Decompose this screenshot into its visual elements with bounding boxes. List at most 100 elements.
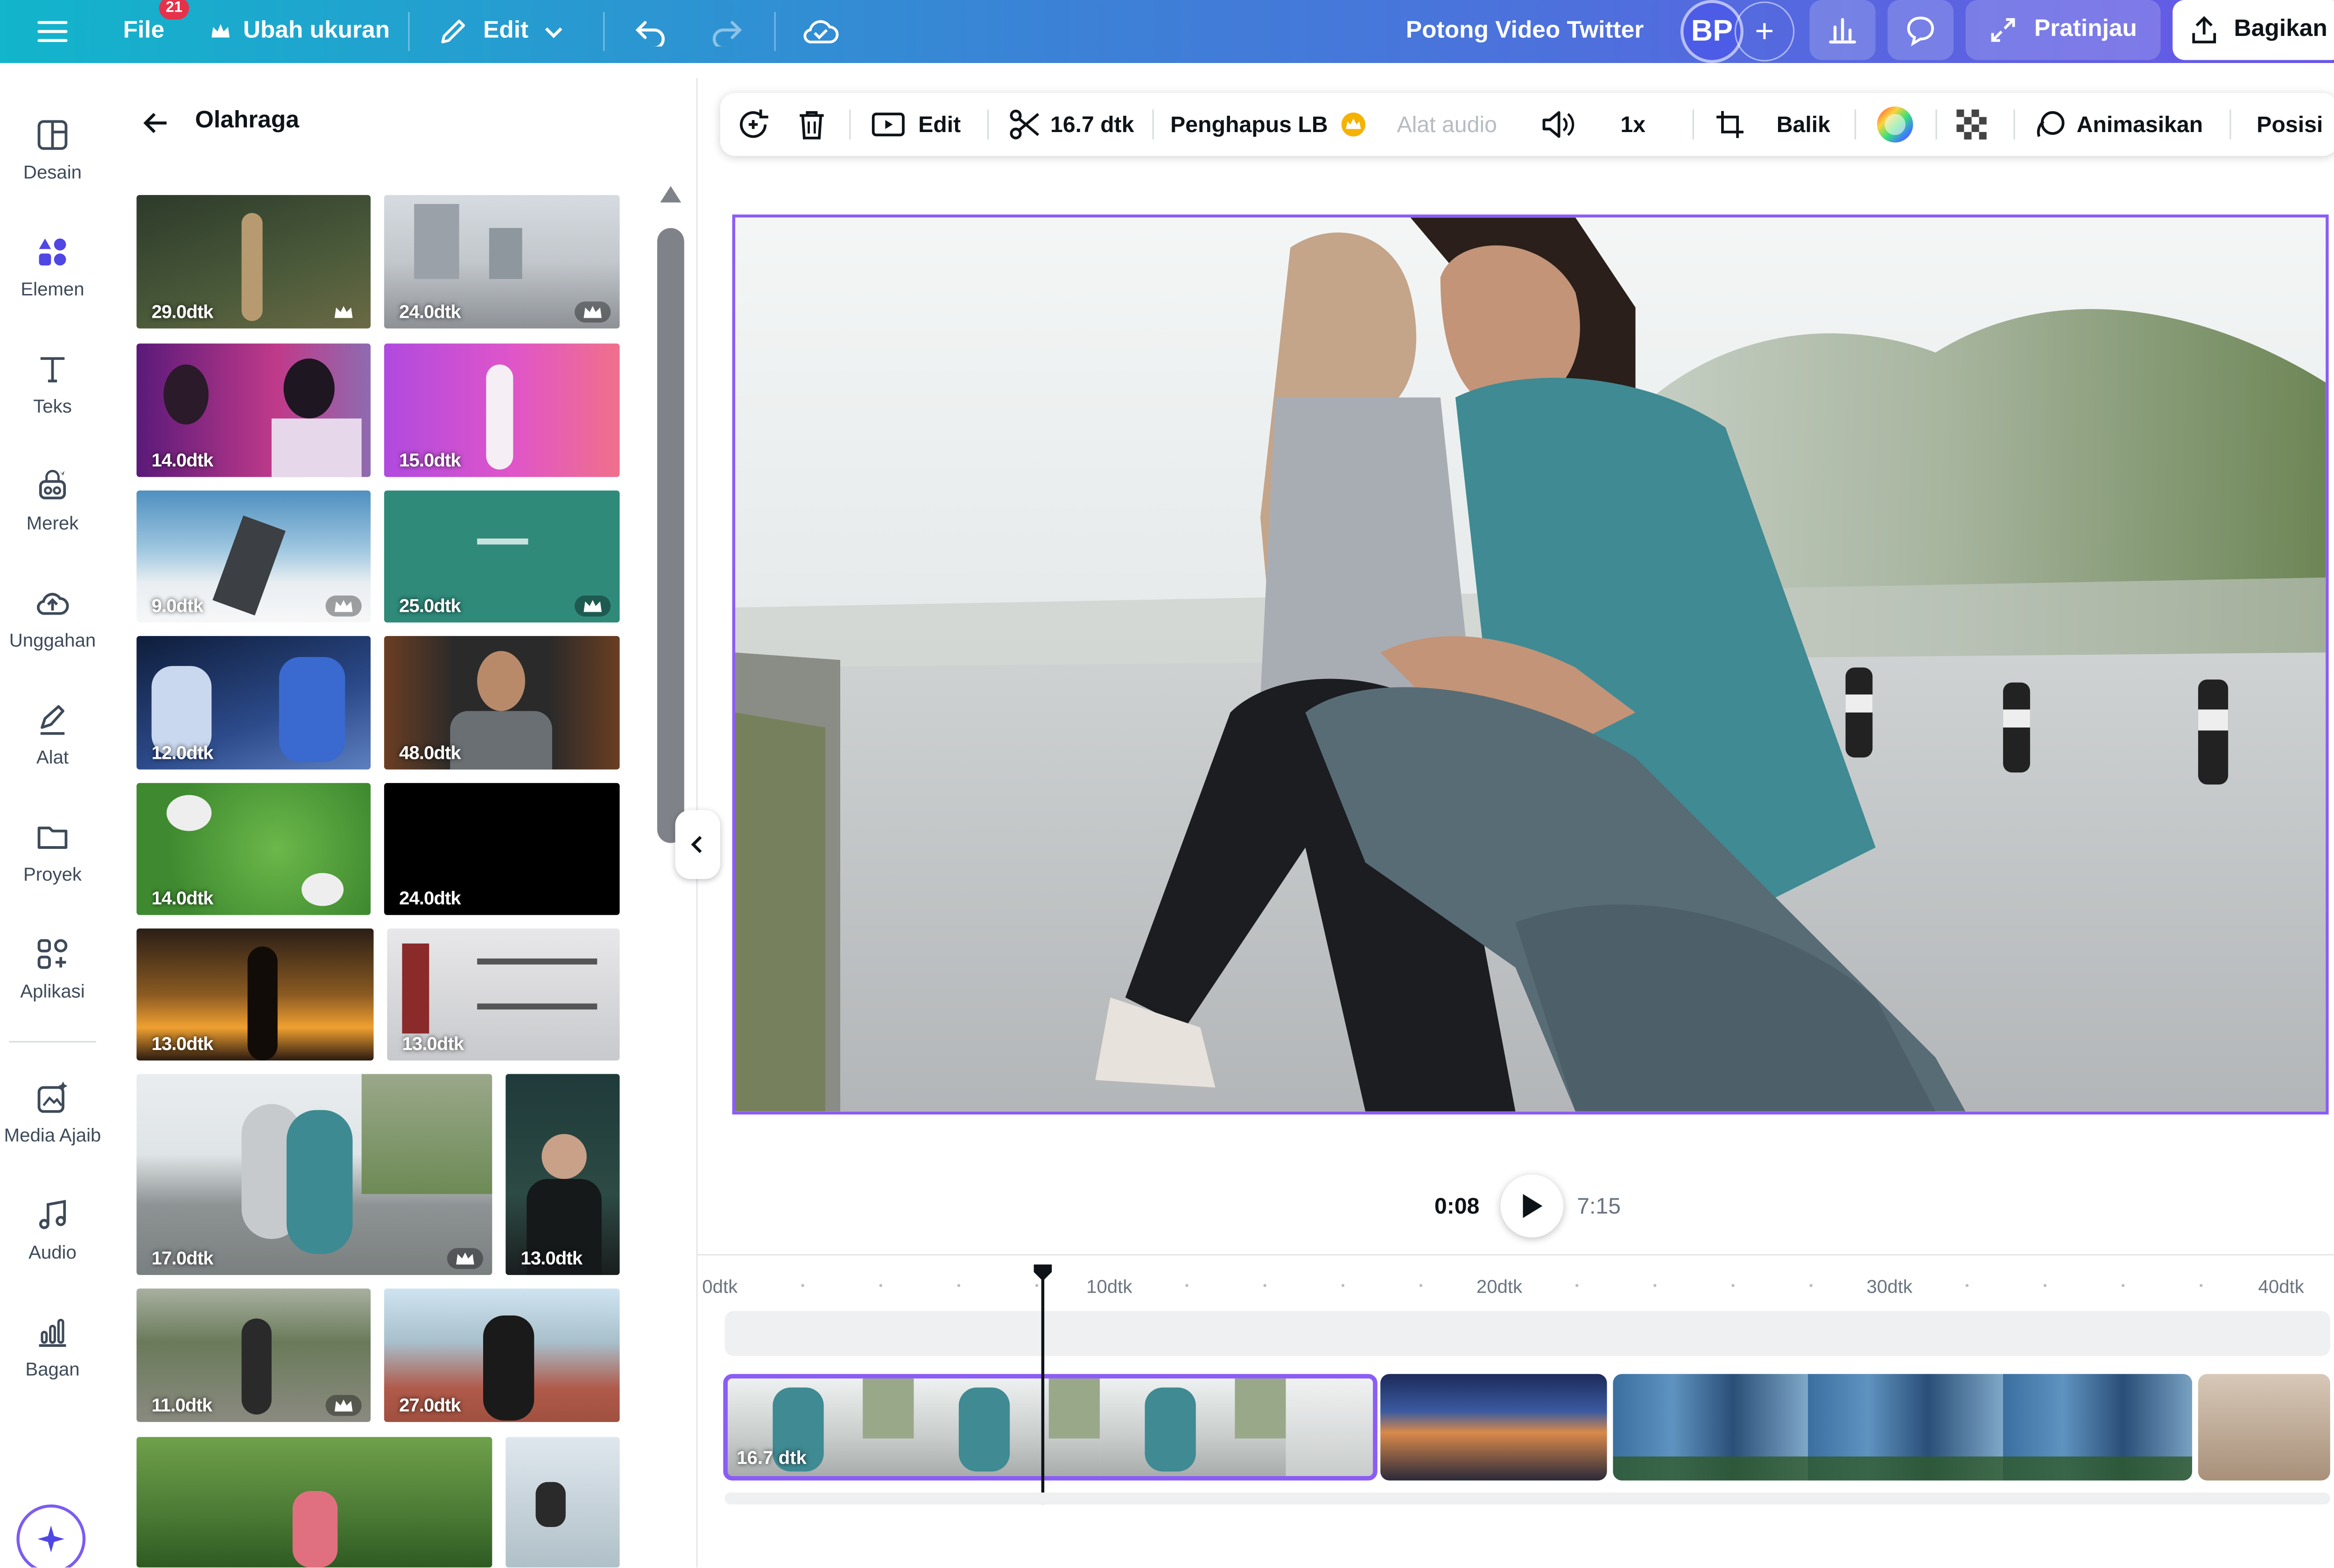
ruler-label: 30dtk — [1866, 1276, 1912, 1298]
video-thumbnail[interactable]: 29.0dtk — [136, 195, 371, 329]
magic-assistant-button[interactable] — [16, 1504, 86, 1568]
plus-icon: + — [1755, 12, 1774, 50]
video-thumbnail[interactable]: 17.0dtk — [136, 1074, 492, 1275]
selected-video-clip[interactable]: 16.7 dtk — [723, 1374, 1378, 1481]
document-title[interactable]: Potong Video Twitter — [1406, 0, 1644, 63]
divider — [774, 12, 776, 51]
share-button[interactable]: Bagikan — [2172, 0, 2334, 60]
color-adjust-icon[interactable] — [1876, 93, 1915, 156]
nav-item-charts[interactable]: Bagan — [0, 1314, 105, 1380]
divider — [1854, 109, 1856, 140]
nav-item-apps[interactable]: Aplikasi — [0, 936, 105, 1002]
video-clip[interactable] — [1380, 1374, 1607, 1481]
background-remover-button[interactable]: Penghapus LB — [1170, 93, 1367, 156]
video-thumbnail[interactable]: 12.0dtk — [136, 636, 371, 770]
expand-icon — [1989, 16, 2016, 43]
video-clip[interactable] — [2198, 1374, 2330, 1481]
video-thumbnail[interactable]: 9.0dtk — [136, 490, 371, 623]
nav-item-text[interactable]: Teks — [0, 351, 105, 417]
animate-icon — [2035, 108, 2068, 141]
top-bar: File 21 Ubah ukuran Edit Potong Video Tw… — [0, 0, 2334, 63]
video-thumbnail[interactable] — [506, 1437, 620, 1568]
video-thumbnail[interactable] — [136, 1437, 492, 1568]
thumb-figure — [958, 1387, 1010, 1472]
video-thumbnail[interactable]: 13.0dtk — [136, 928, 374, 1061]
magic-media-icon — [37, 1081, 68, 1113]
position-button[interactable]: Posisi — [2257, 93, 2323, 156]
video-frame-icon — [870, 110, 906, 140]
playback-speed-button[interactable]: 1x — [1620, 93, 1645, 156]
ruler-tick — [2200, 1284, 2203, 1287]
video-thumbnail[interactable]: 24.0dtk — [384, 783, 620, 915]
nav-label: Media Ajaib — [4, 1125, 101, 1146]
nav-item-tools[interactable]: Alat — [0, 702, 105, 768]
video-thumbnail[interactable]: 13.0dtk — [506, 1074, 620, 1275]
menu-icon[interactable] — [36, 0, 69, 63]
flip-button[interactable]: Balik — [1777, 93, 1830, 156]
cloud-saved-icon[interactable] — [801, 0, 840, 63]
add-collaborator-button[interactable]: + — [1734, 1, 1795, 62]
video-thumbnail[interactable]: 25.0dtk — [384, 490, 620, 623]
nav-item-brand[interactable]: Merek — [0, 468, 105, 534]
footer-bar — [698, 1545, 2334, 1568]
thumb-figure — [241, 213, 263, 321]
file-menu-button[interactable]: File — [123, 0, 165, 63]
timeline-scrollbar[interactable] — [724, 1492, 2330, 1505]
video-thumbnail[interactable]: 13.0dtk — [387, 928, 620, 1061]
video-thumbnail[interactable]: 48.0dtk — [384, 636, 620, 770]
video-thumbnail[interactable]: 14.0dtk — [136, 783, 371, 915]
nav-item-design[interactable]: Desain — [0, 117, 105, 183]
thumb-figure — [241, 1318, 272, 1415]
chart-icon — [39, 1318, 66, 1347]
scissors-icon — [1008, 108, 1041, 141]
playhead[interactable] — [1041, 1275, 1045, 1505]
redo-icon[interactable] — [708, 0, 744, 63]
transparency-icon[interactable] — [1954, 93, 1990, 156]
clip-frame — [1286, 1378, 1373, 1476]
comments-button[interactable] — [1887, 0, 1954, 60]
scroll-up-icon[interactable] — [657, 183, 684, 211]
video-thumbnail[interactable]: 15.0dtk — [384, 343, 620, 477]
video-thumbnail[interactable]: 27.0dtk — [384, 1288, 620, 1422]
video-thumbnail[interactable]: 11.0dtk — [136, 1288, 371, 1422]
volume-icon[interactable] — [1540, 93, 1575, 156]
play-icon — [1523, 1194, 1543, 1218]
video-thumbnail[interactable]: 24.0dtk — [384, 195, 620, 329]
nav-item-audio[interactable]: Audio — [0, 1197, 105, 1263]
crop-icon[interactable] — [1714, 93, 1747, 156]
comment-icon — [1904, 14, 1937, 47]
nav-item-magic-media[interactable]: Media Ajaib — [0, 1080, 105, 1146]
edit-menu-button[interactable]: Edit — [438, 0, 565, 63]
nav-item-elements[interactable]: Elemen — [0, 234, 105, 300]
video-thumbnail[interactable]: 14.0dtk — [136, 343, 371, 477]
nav-item-projects[interactable]: Proyek — [0, 819, 105, 885]
scrollbar[interactable] — [657, 228, 684, 843]
insights-button[interactable] — [1809, 0, 1876, 60]
notification-badge: 21 — [159, 0, 189, 20]
undo-icon[interactable] — [633, 0, 669, 63]
collapse-panel-button[interactable] — [675, 810, 720, 879]
nav-label: Audio — [28, 1242, 77, 1263]
preview-button[interactable]: Pratinjau — [1965, 0, 2161, 60]
thumb-figure — [483, 1315, 534, 1421]
divider — [1935, 109, 1937, 140]
play-button[interactable] — [1500, 1174, 1564, 1238]
clip-frame — [1100, 1378, 1286, 1476]
video-clip[interactable] — [1613, 1374, 2193, 1481]
delete-icon[interactable] — [795, 93, 829, 156]
audio-tools-button[interactable]: Alat audio — [1397, 93, 1497, 156]
replace-icon[interactable] — [735, 93, 771, 156]
chevron-left-icon — [691, 836, 702, 853]
nav-item-uploads[interactable]: Unggahan — [0, 585, 105, 651]
back-arrow-icon[interactable] — [141, 108, 171, 145]
resize-button[interactable]: Ubah ukuran — [210, 0, 390, 63]
thumb-figure — [271, 418, 362, 477]
ruler-label: 20dtk — [1476, 1276, 1523, 1298]
nav-label: Unggahan — [9, 630, 96, 651]
video-canvas[interactable] — [732, 214, 2329, 1115]
animate-button[interactable]: Animasikan — [2035, 93, 2203, 156]
trim-button[interactable]: 16.7 dtk — [1008, 93, 1134, 156]
empty-audio-track[interactable] — [724, 1311, 2330, 1356]
edit-video-button[interactable]: Edit — [870, 93, 961, 156]
thumb-sand — [302, 873, 344, 906]
